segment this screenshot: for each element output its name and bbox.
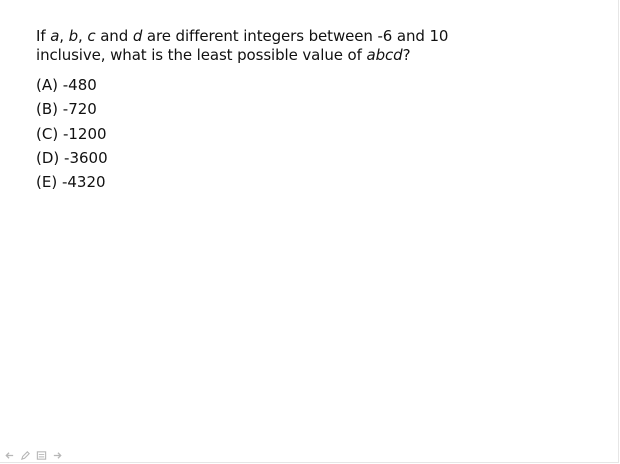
- slideshow-toolbar: [3, 449, 63, 461]
- variable-d: d: [132, 27, 143, 45]
- question-separator: ,: [59, 27, 69, 45]
- question-text: If a, b, c and d are different integers …: [36, 27, 596, 65]
- back-arrow-icon[interactable]: [3, 449, 15, 461]
- variable-c: c: [87, 27, 96, 45]
- variable-a: a: [50, 27, 60, 45]
- choice-label: (A): [36, 76, 58, 94]
- slide-canvas: If a, b, c and d are different integers …: [0, 0, 619, 463]
- question-separator: and: [95, 27, 133, 45]
- answer-choice-e[interactable]: (E) -4320: [36, 173, 108, 197]
- choice-value: -1200: [62, 124, 107, 143]
- answer-choices: (A) -480 (B) -720 (C) -1200 (D) -3600 (E…: [36, 76, 108, 197]
- question-mark: ?: [402, 46, 411, 64]
- choice-label: (E): [36, 173, 58, 191]
- question-text-segment: inclusive, what is the least possible va…: [36, 46, 367, 64]
- question-separator: ,: [78, 27, 88, 45]
- question-line-1: If a, b, c and d are different integers …: [36, 27, 596, 46]
- choice-label: (B): [36, 100, 58, 119]
- choice-value: -720: [62, 100, 97, 119]
- variable-abcd: abcd: [366, 46, 403, 64]
- answer-choice-d[interactable]: (D) -3600: [36, 149, 108, 173]
- question-text-segment: If: [36, 27, 51, 45]
- slide-menu-icon[interactable]: [35, 449, 47, 461]
- forward-arrow-icon[interactable]: [51, 449, 63, 461]
- answer-choice-a[interactable]: (A) -480: [36, 76, 108, 100]
- choice-value: -3600: [64, 148, 108, 167]
- variable-b: b: [68, 27, 79, 45]
- choice-value: -4320: [61, 173, 106, 191]
- answer-choice-c[interactable]: (C) -1200: [36, 125, 108, 149]
- answer-choice-b[interactable]: (B) -720: [36, 100, 108, 124]
- choice-label: (D): [36, 148, 60, 167]
- question-line-2: inclusive, what is the least possible va…: [36, 46, 596, 65]
- choice-label: (C): [36, 124, 59, 143]
- question-text-segment: are different integers between -6 and 10: [142, 27, 449, 45]
- pen-icon[interactable]: [19, 449, 31, 461]
- choice-value: -480: [62, 76, 97, 94]
